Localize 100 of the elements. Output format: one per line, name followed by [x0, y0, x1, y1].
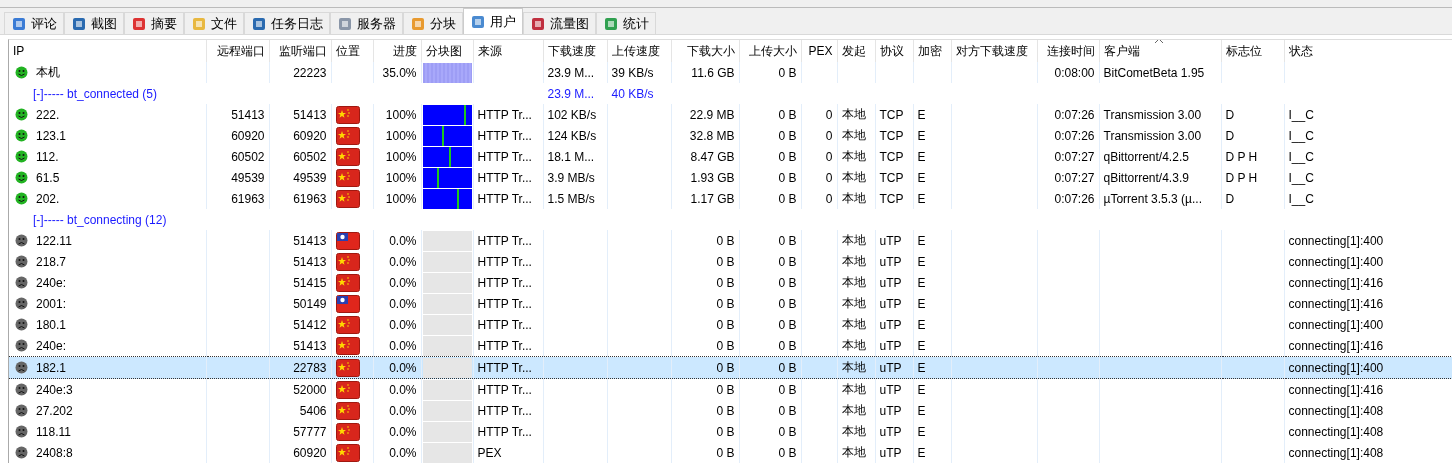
table-cell: 49539 [231, 170, 265, 185]
table-cell: uTP [879, 317, 902, 332]
table-cell: 0 B [778, 149, 797, 164]
selected-row[interactable]: 182.1 22783 0.0% HTTP Tr... 0 B 0 B 本地 uTP E connecting[1]:400 [9, 356, 1452, 379]
table-cell: 0.0% [389, 296, 417, 311]
table-cell: connecting[1]:416 [1288, 296, 1384, 311]
table-cell: 0:07:26 [1054, 128, 1095, 143]
column-header[interactable]: 加密 [913, 40, 951, 62]
column-header[interactable]: 监听端口 [269, 40, 331, 62]
table-cell: TCP [879, 128, 904, 143]
table-cell: 60920 [293, 128, 327, 143]
table-cell: 61963 [293, 191, 327, 206]
column-header[interactable]: 下载速度 [543, 40, 607, 62]
table-cell: 0 B [716, 445, 735, 460]
column-header[interactable]: 下载大小 [671, 40, 739, 62]
tab[interactable]: 评论 [4, 12, 64, 34]
table-cell: 0.0% [389, 254, 417, 269]
table-cell: TCP [879, 149, 904, 164]
column-header[interactable]: 客户端 [1099, 40, 1221, 62]
table-cell: 5406 [299, 403, 327, 418]
table-cell: 61.5 [36, 170, 60, 185]
table-cell: connecting[1]:416 [1288, 382, 1384, 397]
column-header[interactable]: 分块图 [421, 40, 473, 62]
table-cell: 0 B [716, 403, 735, 418]
table-cell: uTP [879, 275, 902, 290]
table-cell: 本机 [36, 64, 60, 81]
table-cell: E [917, 191, 926, 206]
table-cell: 18.1 M... [547, 149, 595, 164]
table-cell: 本地 [841, 360, 866, 374]
table-cell: 124 KB/s [547, 128, 597, 143]
table-cell: 180.1 [36, 317, 67, 332]
table-cell: 202. [36, 191, 60, 206]
table-cell: connecting[1]:400 [1288, 317, 1384, 332]
column-header[interactable]: 上传大小 [739, 40, 801, 62]
table-cell: 0 [825, 128, 833, 143]
table-cell: D P H [1225, 170, 1258, 185]
table-cell: 本地 [841, 191, 866, 205]
table-cell: 0 [825, 149, 833, 164]
table-cell: 0 B [778, 275, 797, 290]
column-header[interactable]: 上传速度 [607, 40, 671, 62]
column-header[interactable]: 对方下载速度 [951, 40, 1037, 62]
tab[interactable]: 用户 [463, 8, 523, 34]
column-header[interactable]: 位置 [331, 40, 373, 62]
table-cell: 0 B [778, 191, 797, 206]
column-header[interactable]: 远程端口 [206, 40, 269, 62]
table-cell: I__C [1288, 128, 1314, 143]
table-cell: 本地 [841, 338, 866, 352]
table-cell: 51413 [293, 107, 327, 122]
column-header[interactable]: IP [9, 40, 206, 62]
table-cell: I__C [1288, 170, 1314, 185]
tab[interactable]: 任务日志 [244, 12, 330, 34]
table-cell: 0 B [778, 128, 797, 143]
table-cell: 240e: [36, 275, 67, 290]
table-cell: 0 B [778, 233, 797, 248]
table-cell: HTTP Tr... [477, 296, 532, 311]
table-cell: 123.1 [36, 128, 67, 143]
table-cell: 60502 [293, 149, 327, 164]
column-header[interactable]: 状态 [1284, 40, 1452, 62]
table-cell: 本地 [841, 275, 866, 289]
table-cell: 本地 [841, 128, 866, 142]
table-cell: 0 [825, 191, 833, 206]
tab[interactable]: 分块 [403, 12, 463, 34]
column-header[interactable]: 发起 [837, 40, 875, 62]
tab-icon [191, 15, 207, 32]
table-cell: 本地 [841, 107, 866, 121]
table-cell: 0 B [716, 360, 735, 375]
table-cell: 本地 [841, 296, 866, 310]
table-cell: 51415 [293, 275, 327, 290]
table-cell: TCP [879, 107, 904, 122]
table-cell: connecting[1]:408 [1288, 424, 1384, 439]
table-cell: uTP [879, 424, 902, 439]
tab[interactable]: 统计 [596, 12, 656, 34]
column-header[interactable]: 连接时间 [1037, 40, 1099, 62]
table-cell: 0 B [778, 445, 797, 460]
tab[interactable]: 截图 [64, 12, 124, 34]
tab[interactable]: 服务器 [330, 12, 403, 34]
column-header[interactable]: 来源 [473, 40, 543, 62]
table-cell: 0 B [716, 317, 735, 332]
table-cell: uTP [879, 296, 902, 311]
tab[interactable]: 流量图 [523, 12, 596, 34]
table-cell: 0 B [778, 296, 797, 311]
table-cell: uTP [879, 382, 902, 397]
table-cell: uTP [879, 360, 902, 375]
tab-icon [11, 15, 27, 32]
column-header[interactable]: 标志位 [1221, 40, 1284, 62]
table-cell: connecting[1]:400 [1288, 233, 1384, 248]
table-cell: 0 B [716, 275, 735, 290]
tab[interactable]: 摘要 [124, 12, 184, 34]
table-cell: 2408:8 [36, 445, 73, 460]
column-header[interactable]: 进度 [373, 40, 421, 62]
table-cell: 0 B [778, 107, 797, 122]
column-header[interactable]: 协议 [875, 40, 913, 62]
tab[interactable]: 文件 [184, 12, 244, 34]
tab-icon [410, 15, 426, 32]
table-cell: 218.7 [36, 254, 67, 269]
column-header[interactable]: PEX [801, 40, 837, 62]
table-cell: µTorrent 3.5.3 (µ... [1103, 191, 1203, 206]
table-cell: 2001: [36, 296, 67, 311]
table-cell: 0:07:26 [1054, 191, 1095, 206]
table-cell: E [917, 233, 926, 248]
